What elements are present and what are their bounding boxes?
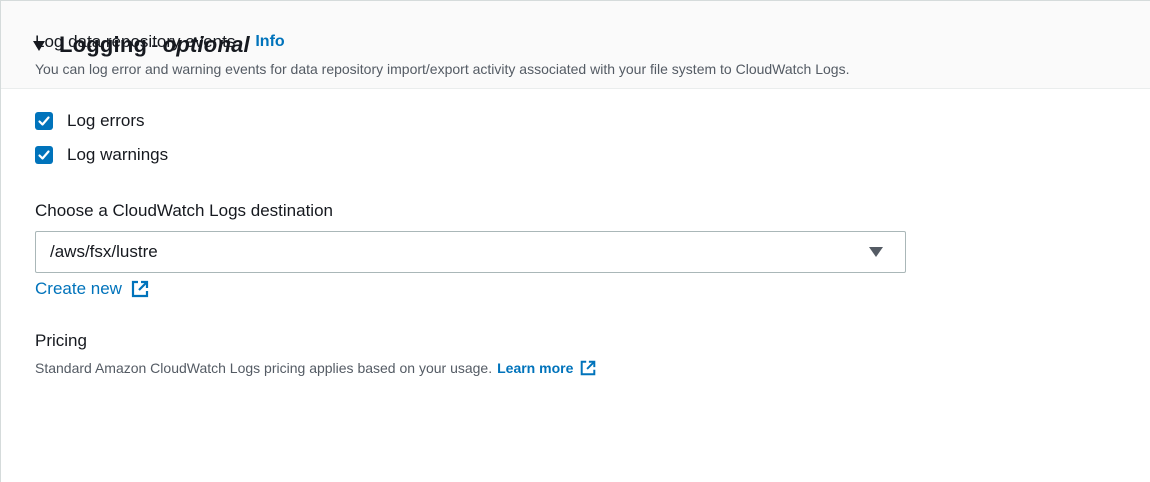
destination-select[interactable]: /aws/fsx/lustre	[35, 231, 906, 273]
log-warnings-option[interactable]: Log warnings	[35, 145, 168, 165]
log-errors-option[interactable]: Log errors	[35, 111, 144, 131]
pricing-description: Standard Amazon CloudWatch Logs pricing …	[35, 359, 597, 377]
repository-events-label: Log data repository events	[35, 32, 236, 51]
external-link-icon	[131, 280, 149, 298]
external-link-icon[interactable]	[579, 359, 597, 377]
create-new-link[interactable]: Create new	[35, 279, 150, 299]
repository-events-heading: Log data repository events Info	[35, 32, 285, 52]
info-link[interactable]: Info	[255, 33, 284, 51]
log-errors-label: Log errors	[67, 111, 145, 130]
logging-panel: Logging - optional Log data repository eve…	[0, 0, 1150, 482]
check-icon	[38, 150, 50, 160]
learn-more-link[interactable]: Learn more	[497, 360, 573, 376]
destination-label: Choose a CloudWatch Logs destination	[35, 201, 333, 220]
log-warnings-label: Log warnings	[67, 145, 169, 164]
check-icon	[38, 116, 50, 126]
pricing-description-text: Standard Amazon CloudWatch Logs pricing …	[35, 360, 493, 376]
log-errors-checkbox[interactable]	[35, 112, 53, 130]
repository-events-description: You can log error and warning events for…	[35, 61, 850, 77]
log-warnings-checkbox[interactable]	[35, 146, 53, 164]
create-new-link-text[interactable]: Create new	[35, 279, 122, 299]
destination-selected-value: /aws/fsx/lustre	[50, 242, 158, 261]
pricing-label: Pricing	[35, 331, 87, 350]
caret-down-icon[interactable]	[869, 247, 883, 257]
